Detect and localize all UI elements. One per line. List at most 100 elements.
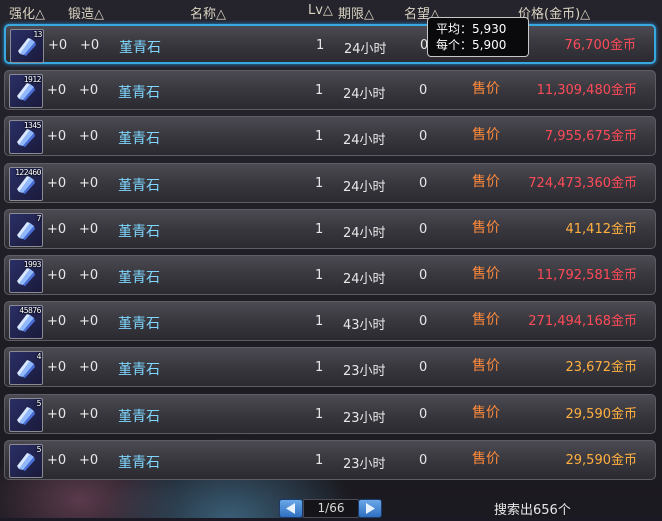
auction-row[interactable]: 1993 +0 +0 堇青石 1 24小时 0 售价 11,792,581金币 [4, 255, 656, 295]
price-value: 41,412金币 [565, 221, 638, 237]
item-slot[interactable]: 1345 [9, 120, 43, 155]
auction-row[interactable]: 45876 +0 +0 堇青石 1 43小时 0 售价 271,494,168金… [4, 301, 656, 342]
item-quantity: 122460 [15, 167, 41, 177]
item-slot[interactable]: 4 [9, 351, 43, 386]
auction-row[interactable]: 7 +0 +0 堇青石 1 24小时 0 售价 41,412金币 [4, 208, 656, 249]
header-forge[interactable]: 锻造△ [68, 3, 104, 22]
item-slot[interactable]: 45876 [9, 305, 43, 340]
enhance-value: +0 [47, 406, 67, 422]
level-value: 1 [315, 406, 324, 422]
level-value: 1 [315, 83, 324, 99]
level-value: 1 [315, 452, 324, 468]
level-value: 1 [315, 314, 324, 330]
fame-value: 0 [419, 221, 428, 237]
auction-row[interactable]: 13 +0 +0 堇青石 1 24小时 0 76,700金币 [4, 24, 656, 64]
enhance-value: +0 [47, 314, 67, 330]
price-tooltip: 平均：5,930 每个：5,900 [427, 17, 529, 57]
item-slot[interactable]: 5 [9, 397, 43, 432]
item-slot[interactable]: 122460 [9, 166, 43, 201]
search-result-count: 搜索出656个 [494, 503, 571, 518]
item-name: 堇青石 [118, 223, 160, 240]
fame-value: 0 [419, 175, 428, 191]
crystal-icon [17, 360, 35, 379]
item-quantity: 7 [36, 213, 42, 223]
sell-price-label: 售价 [472, 358, 500, 375]
forge-value: +0 [79, 314, 99, 330]
fame-value: 0 [419, 360, 428, 376]
price-value: 11,309,480金币 [536, 83, 637, 99]
header-name[interactable]: 名称△ [190, 3, 226, 22]
header-enhance[interactable]: 强化△ [9, 3, 45, 22]
sell-price-label: 售价 [472, 404, 500, 421]
item-name: 堇青石 [118, 316, 160, 333]
forge-value: +0 [79, 452, 99, 468]
enhance-value: +0 [47, 360, 67, 376]
duration-value: 24小时 [343, 179, 386, 195]
auction-row[interactable]: 4 +0 +0 堇青石 1 23小时 0 售价 23,672金币 [4, 347, 656, 388]
level-value: 1 [315, 129, 324, 145]
auction-row[interactable]: 122460 +0 +0 堇青石 1 24小时 0 售价 724,473,360… [4, 162, 656, 203]
item-slot[interactable]: 13 [10, 29, 44, 63]
forge-value: +0 [79, 406, 99, 422]
next-page-button[interactable] [358, 499, 382, 518]
duration-value: 24小时 [343, 87, 386, 103]
sell-price-label: 售价 [472, 127, 500, 144]
enhance-value: +0 [47, 221, 67, 237]
fame-value: 0 [419, 452, 428, 468]
fame-value: 0 [419, 406, 428, 422]
price-value: 29,590金币 [565, 406, 638, 422]
fame-value: 0 [419, 268, 428, 283]
enhance-value: +0 [47, 175, 67, 191]
item-quantity: 45876 [19, 306, 41, 316]
header-duration[interactable]: 期限△ [338, 3, 374, 22]
column-header-bar: 强化△ 锻造△ 名称△ Lv△ 期限△ 名望△ 价格(金币)△ [0, 0, 662, 22]
sell-price-label: 售价 [472, 450, 500, 467]
auction-row[interactable]: 1912 +0 +0 堇青石 1 24小时 0 售价 11,309,480金币 [4, 70, 656, 111]
item-slot[interactable]: 1993 [9, 259, 43, 293]
level-value: 1 [315, 175, 324, 191]
item-quantity: 1993 [23, 260, 42, 269]
sell-price-label: 售价 [472, 219, 500, 236]
duration-value: 43小时 [343, 318, 386, 334]
level-value: 1 [315, 268, 324, 283]
duration-value: 23小时 [343, 456, 386, 472]
fame-value: 0 [419, 129, 428, 145]
item-name: 堇青石 [119, 40, 161, 56]
price-value: 29,590金币 [565, 452, 638, 468]
item-quantity: 4 [36, 352, 42, 362]
auction-row[interactable]: 5 +0 +0 堇青石 1 23小时 0 售价 29,590金币 [4, 439, 656, 480]
enhance-value: +0 [47, 83, 67, 99]
auction-row[interactable]: 5 +0 +0 堇青石 1 23小时 0 售价 29,590金币 [4, 393, 656, 434]
level-value: 1 [315, 221, 324, 237]
crystal-icon [17, 83, 35, 102]
price-value: 271,494,168金币 [528, 314, 637, 330]
prev-page-arrow-icon [286, 503, 295, 514]
crystal-icon [17, 221, 35, 240]
auction-row[interactable]: 1345 +0 +0 堇青石 1 24小时 0 售价 7,955,675金币 [4, 116, 656, 157]
crystal-icon [17, 406, 35, 425]
duration-value: 23小时 [343, 410, 386, 426]
price-value: 11,792,581金币 [536, 268, 637, 283]
item-slot[interactable]: 5 [9, 443, 43, 478]
prev-page-button[interactable] [279, 499, 303, 518]
item-slot[interactable]: 1912 [9, 74, 43, 109]
page-indicator: 1/66 [303, 499, 359, 518]
duration-value: 24小时 [343, 225, 386, 241]
crystal-icon [17, 129, 35, 148]
price-value: 23,672金币 [565, 360, 638, 376]
item-quantity: 1912 [23, 75, 42, 85]
crystal-icon [17, 268, 35, 286]
forge-value: +0 [79, 268, 99, 283]
duration-value: 23小时 [343, 364, 386, 380]
header-lv[interactable]: Lv△ [308, 3, 333, 18]
duration-value: 24小时 [344, 42, 387, 57]
tooltip-average-line: 平均：5,930 [436, 22, 507, 36]
price-value: 76,700金币 [564, 38, 637, 53]
price-value: 724,473,360金币 [528, 175, 637, 191]
sell-price-label: 售价 [472, 81, 500, 98]
item-slot[interactable]: 7 [9, 212, 43, 247]
price-value: 7,955,675金币 [544, 129, 637, 145]
item-quantity: 5 [36, 444, 42, 454]
enhance-value: +0 [48, 38, 68, 53]
forge-value: +0 [80, 38, 100, 53]
